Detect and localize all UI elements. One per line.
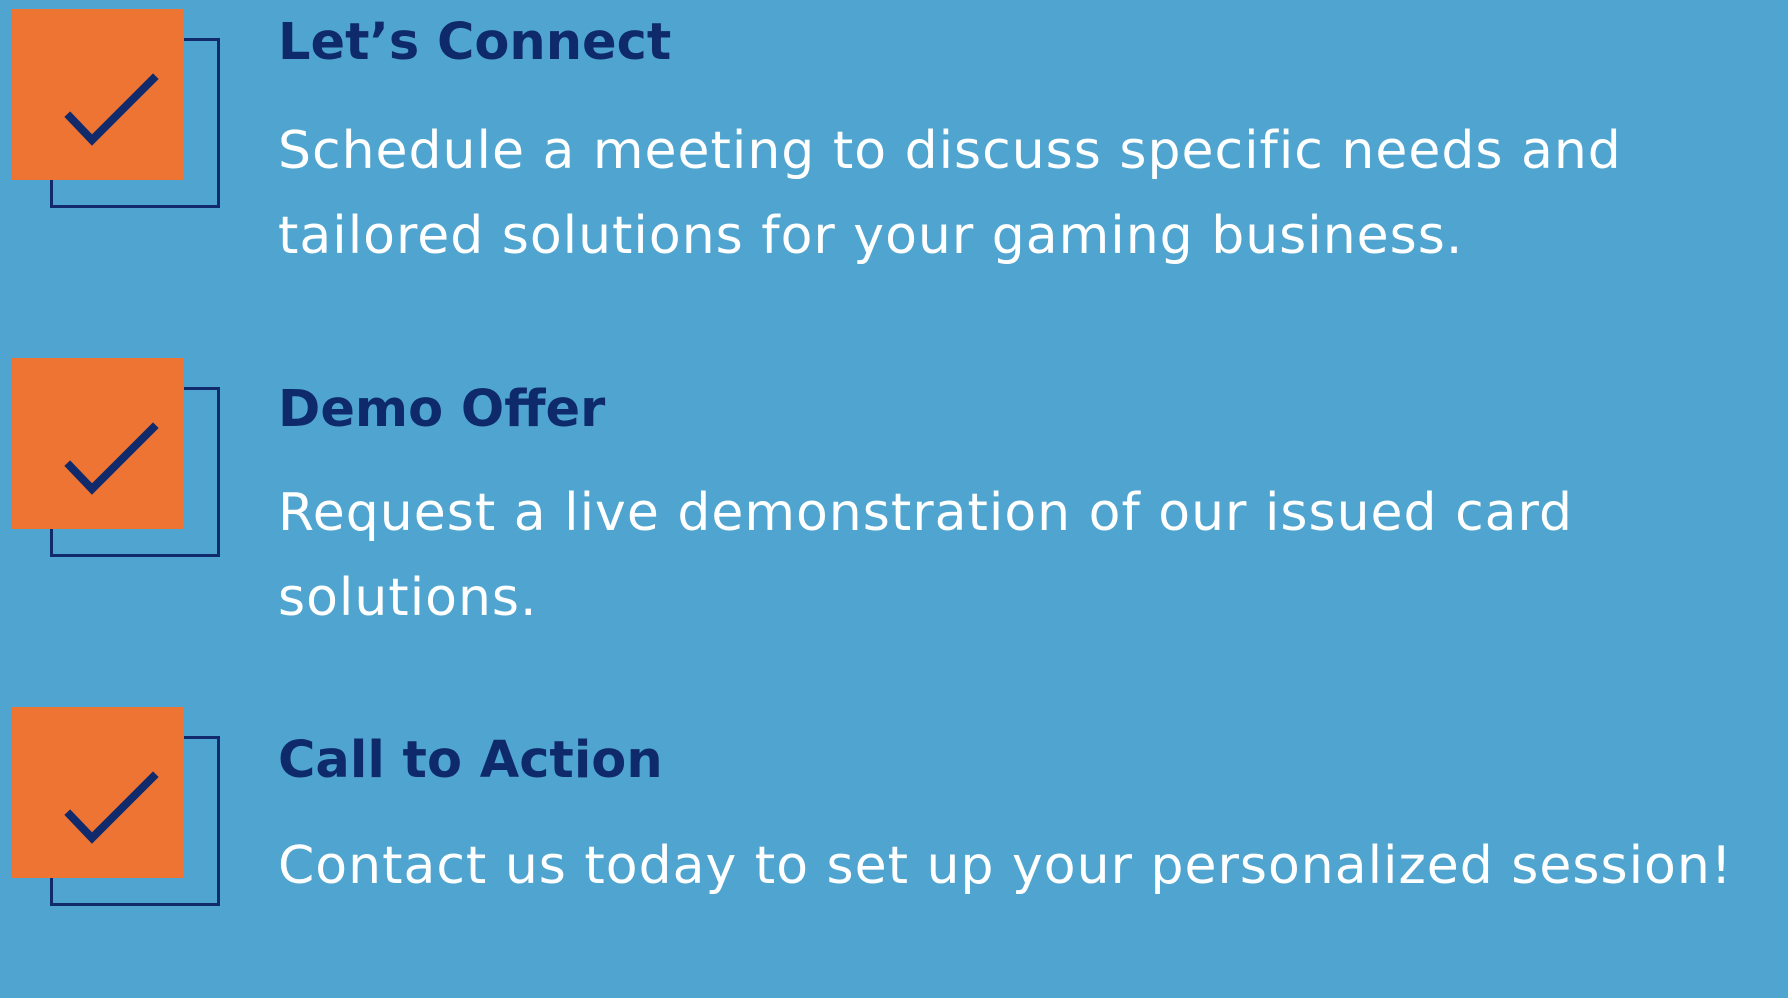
item-title: Demo Offer (278, 380, 606, 439)
item-title: Call to Action (278, 731, 663, 790)
checkmark-icon (64, 422, 159, 495)
item-description: Contact us today to set up your personal… (278, 836, 1733, 896)
orange-square (12, 9, 184, 180)
checkbox-graphic (0, 349, 240, 609)
checkmark-icon (64, 771, 159, 844)
item-description: Request a live demonstration of our issu… (278, 483, 1573, 628)
feature-item-lets-connect: Let’s Connect Schedule a meeting to disc… (0, 0, 1788, 300)
orange-square (12, 358, 184, 529)
checkbox-graphic (0, 0, 240, 260)
checkmark-icon (64, 73, 159, 146)
feature-item-call-to-action: Call to Action Contact us today to set u… (0, 698, 1788, 998)
feature-item-demo-offer: Demo Offer Request a live demonstration … (0, 349, 1788, 649)
orange-square (12, 707, 184, 878)
checkbox-graphic (0, 698, 240, 958)
item-title: Let’s Connect (278, 13, 672, 72)
item-description: Schedule a meeting to discuss specific n… (278, 121, 1622, 266)
